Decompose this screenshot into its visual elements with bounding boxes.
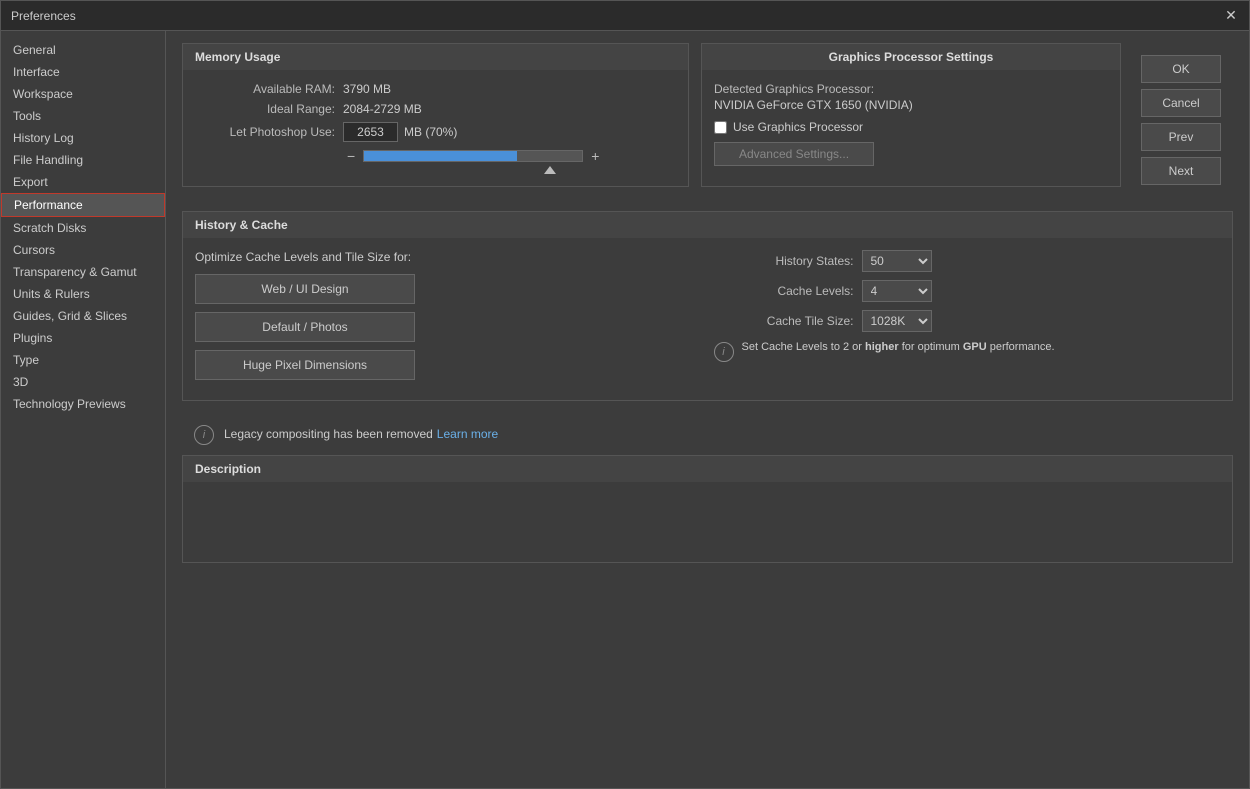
sidebar-item-units-rulers[interactable]: Units & Rulers bbox=[1, 283, 165, 305]
available-ram-value: 3790 MB bbox=[343, 82, 391, 96]
sidebar-item-plugins[interactable]: Plugins bbox=[1, 327, 165, 349]
sidebar-item-interface[interactable]: Interface bbox=[1, 61, 165, 83]
main-content: General Interface Workspace Tools Histor… bbox=[1, 31, 1249, 788]
title-bar: Preferences ✕ bbox=[1, 1, 1249, 31]
sidebar-item-export[interactable]: Export bbox=[1, 171, 165, 193]
sidebar-item-general[interactable]: General bbox=[1, 39, 165, 61]
cancel-button[interactable]: Cancel bbox=[1141, 89, 1221, 117]
history-cache-content: Optimize Cache Levels and Tile Size for:… bbox=[183, 238, 1232, 400]
memory-slider-fill bbox=[364, 151, 517, 161]
next-button[interactable]: Next bbox=[1141, 157, 1221, 185]
let-use-pct: MB (70%) bbox=[404, 125, 457, 139]
cache-left: Optimize Cache Levels and Tile Size for:… bbox=[195, 250, 702, 388]
history-states-row: History States: 50 20 100 bbox=[714, 250, 1221, 272]
history-states-label: History States: bbox=[714, 254, 854, 268]
available-ram-label: Available RAM: bbox=[195, 82, 335, 96]
sidebar-item-technology-previews[interactable]: Technology Previews bbox=[1, 393, 165, 415]
slider-plus-icon[interactable]: + bbox=[587, 148, 603, 164]
cache-levels-row: Cache Levels: 4 2 6 8 bbox=[714, 280, 1221, 302]
description-content bbox=[183, 482, 1232, 562]
history-states-select[interactable]: 50 20 100 bbox=[862, 250, 932, 272]
history-cache-title: History & Cache bbox=[183, 212, 1232, 238]
ok-button[interactable]: OK bbox=[1141, 55, 1221, 83]
description-section: Description bbox=[182, 455, 1233, 563]
gpu-section-content: Detected Graphics Processor: NVIDIA GeFo… bbox=[702, 70, 1120, 178]
sidebar-item-transparency-gamut[interactable]: Transparency & Gamut bbox=[1, 261, 165, 283]
cache-tile-select[interactable]: 1028K 512K 2048K bbox=[862, 310, 932, 332]
dialog-buttons: OK Cancel Prev Next bbox=[1133, 43, 1233, 199]
legacy-text: Legacy compositing has been removed bbox=[224, 427, 433, 441]
preferences-window: Preferences ✕ General Interface Workspac… bbox=[0, 0, 1250, 789]
memory-slider-track[interactable] bbox=[363, 150, 583, 162]
cache-tile-label: Cache Tile Size: bbox=[714, 314, 854, 328]
let-use-input[interactable] bbox=[343, 122, 398, 142]
slider-minus-icon[interactable]: − bbox=[343, 148, 359, 164]
close-button[interactable]: ✕ bbox=[1223, 8, 1239, 24]
sidebar-item-cursors[interactable]: Cursors bbox=[1, 239, 165, 261]
cache-info-row: i Set Cache Levels to 2 or higher for op… bbox=[714, 340, 1221, 362]
sidebar-item-history-log[interactable]: History Log bbox=[1, 127, 165, 149]
sidebar-item-workspace[interactable]: Workspace bbox=[1, 83, 165, 105]
memory-usage-section: Memory Usage Available RAM: 3790 MB Idea… bbox=[182, 43, 689, 187]
cache-tile-row: Cache Tile Size: 1028K 512K 2048K bbox=[714, 310, 1221, 332]
huge-pixel-button[interactable]: Huge Pixel Dimensions bbox=[195, 350, 415, 380]
prev-button[interactable]: Prev bbox=[1141, 123, 1221, 151]
gpu-name: NVIDIA GeForce GTX 1650 (NVIDIA) bbox=[714, 98, 1108, 112]
ideal-range-value: 2084-2729 MB bbox=[343, 102, 422, 116]
sidebar-item-file-handling[interactable]: File Handling bbox=[1, 149, 165, 171]
ideal-range-label: Ideal Range: bbox=[195, 102, 335, 116]
gpu-detected-label: Detected Graphics Processor: bbox=[714, 82, 1108, 96]
sidebar-item-performance[interactable]: Performance bbox=[1, 193, 165, 217]
let-use-label: Let Photoshop Use: bbox=[195, 125, 335, 139]
memory-section-content: Available RAM: 3790 MB Ideal Range: 2084… bbox=[183, 70, 688, 186]
window-title: Preferences bbox=[11, 9, 76, 23]
default-photos-button[interactable]: Default / Photos bbox=[195, 312, 415, 342]
web-ui-design-button[interactable]: Web / UI Design bbox=[195, 274, 415, 304]
main-inner: Memory Usage Available RAM: 3790 MB Idea… bbox=[166, 31, 1249, 788]
sidebar-item-type[interactable]: Type bbox=[1, 349, 165, 371]
use-gpu-row: Use Graphics Processor bbox=[714, 120, 1108, 134]
sidebar-item-tools[interactable]: Tools bbox=[1, 105, 165, 127]
gpu-section-title: Graphics Processor Settings bbox=[702, 44, 1120, 70]
memory-section-title: Memory Usage bbox=[183, 44, 688, 70]
cache-right: History States: 50 20 100 Cache Levels: bbox=[714, 250, 1221, 388]
legacy-row: i Legacy compositing has been removed Le… bbox=[182, 413, 1233, 455]
main-panel: Memory Usage Available RAM: 3790 MB Idea… bbox=[166, 31, 1249, 788]
sidebar: General Interface Workspace Tools Histor… bbox=[1, 31, 166, 788]
cache-levels-select[interactable]: 4 2 6 8 bbox=[862, 280, 932, 302]
sidebar-item-scratch-disks[interactable]: Scratch Disks bbox=[1, 217, 165, 239]
legacy-info-icon: i bbox=[194, 425, 214, 445]
optimize-label: Optimize Cache Levels and Tile Size for: bbox=[195, 250, 702, 264]
history-cache-section: History & Cache Optimize Cache Levels an… bbox=[182, 211, 1233, 401]
cache-info-icon: i bbox=[714, 342, 734, 362]
sidebar-item-3d[interactable]: 3D bbox=[1, 371, 165, 393]
sidebar-item-guides-grid-slices[interactable]: Guides, Grid & Slices bbox=[1, 305, 165, 327]
gpu-settings-section: Graphics Processor Settings Detected Gra… bbox=[701, 43, 1121, 187]
slider-thumb bbox=[544, 166, 556, 174]
cache-info-text: Set Cache Levels to 2 or higher for opti… bbox=[742, 340, 1055, 355]
cache-levels-label: Cache Levels: bbox=[714, 284, 854, 298]
use-gpu-checkbox[interactable] bbox=[714, 121, 727, 134]
learn-more-link[interactable]: Learn more bbox=[437, 427, 498, 441]
use-gpu-label: Use Graphics Processor bbox=[733, 120, 863, 134]
advanced-settings-button[interactable]: Advanced Settings... bbox=[714, 142, 874, 166]
description-title: Description bbox=[183, 456, 1232, 482]
